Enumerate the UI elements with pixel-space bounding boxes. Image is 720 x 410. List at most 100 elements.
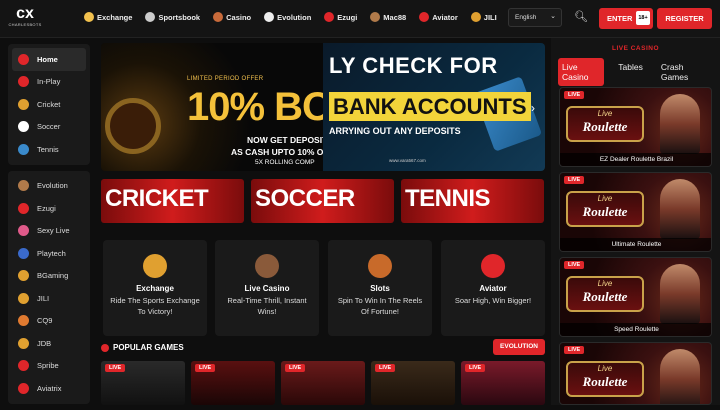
game-card-slots[interactable]: Slots Spin To Win In The Reels Of Fortun… <box>328 240 432 336</box>
banner-line: ARRYING OUT ANY DEPOSITS <box>329 126 461 136</box>
sidebar-item-spribe[interactable]: Spribe <box>12 355 86 378</box>
top-bar: cx CHARLESBOTS Exchange Sportsbook Casin… <box>0 0 720 38</box>
nav-mac88[interactable]: Mac88 <box>370 12 406 22</box>
tab-tables[interactable]: Tables <box>614 58 647 86</box>
nav-sportsbook[interactable]: Sportsbook <box>145 12 200 22</box>
popular-game-thumb[interactable]: LIVE <box>191 361 275 405</box>
brand-mark: cx <box>16 5 34 22</box>
sidebar-item-label: Home <box>37 54 58 64</box>
chevron-right-icon[interactable]: › <box>531 101 535 115</box>
sport-tile-cricket[interactable]: CRICKET <box>101 179 244 223</box>
mac88-icon <box>370 12 381 22</box>
sidebar-providers: Evolution Ezugi Sexy Live Playtech BGami… <box>8 170 90 404</box>
live-game-card[interactable]: LIVE Live Roulette Speed Roulette <box>559 257 712 337</box>
sidebar-item-ezugi[interactable]: Ezugi <box>12 197 86 220</box>
jdb-icon <box>18 337 29 349</box>
bgaming-icon <box>18 270 29 282</box>
live-game-card[interactable]: LIVE Live Roulette Ultimate Roulette <box>559 172 712 252</box>
sidebar-item-jdb[interactable]: JDB <box>12 332 86 355</box>
live-badge: LIVE <box>285 364 306 372</box>
sidebar-item-in-play[interactable]: In-Play <box>12 71 86 94</box>
promo-banner-carousel[interactable]: LIMITED PERIOD OFFER 10% BO NOW GET DEPO… <box>101 43 545 171</box>
spribe-icon <box>18 360 29 372</box>
jili-icon <box>18 292 29 304</box>
nav-evolution[interactable]: Evolution <box>264 12 311 22</box>
sidebar-item-sexy-live[interactable]: Sexy Live <box>12 220 86 243</box>
live-badge: LIVE <box>564 91 585 99</box>
logo-text: Roulette <box>582 119 628 134</box>
sidebar-item-label: BGaming <box>37 271 69 281</box>
live-roulette-logo: Live Roulette <box>566 106 644 142</box>
sidebar-item-playtech[interactable]: Playtech <box>12 242 86 265</box>
popular-game-thumb[interactable]: LIVE <box>371 361 455 405</box>
nav-casino[interactable]: Casino <box>213 12 251 22</box>
popular-game-thumb[interactable]: LIVE <box>461 361 545 405</box>
game-card-exchange[interactable]: Exchange Ride The Sports Exchange To Vic… <box>103 240 207 336</box>
banner-limited-text: LIMITED PERIOD OFFER <box>187 76 264 82</box>
game-card-live-casino[interactable]: Live Casino Real-Time Thrill, Instant Wi… <box>215 240 319 336</box>
sidebar-item-jili[interactable]: JILI <box>12 287 86 310</box>
language-select[interactable]: English ⌄ <box>508 8 562 27</box>
game-card-aviator[interactable]: Aviator Soar High, Win Bigger! <box>441 240 545 336</box>
enter-button[interactable]: ENTER 18+ <box>599 8 653 29</box>
sidebar-item-label: CQ9 <box>37 316 53 326</box>
sport-tile-label: CRICKET <box>105 185 209 212</box>
bank-check-slide: LY CHECK FOR BANK ACCOUNTS ARRYING OUT A… <box>323 43 545 171</box>
sidebar-item-soccer[interactable]: Soccer <box>12 116 86 139</box>
popular-game-thumb[interactable]: LIVE <box>101 361 185 405</box>
nav-jili[interactable]: JILI <box>470 12 497 22</box>
register-button[interactable]: REGISTER <box>657 8 712 29</box>
nav-aviator[interactable]: Aviator <box>419 12 458 22</box>
nav-exchange[interactable]: Exchange <box>84 12 132 22</box>
playtech-icon <box>18 247 29 259</box>
sidebar-item-cq9[interactable]: CQ9 <box>12 310 86 333</box>
popular-games-header: POPULAR GAMES EVOLUTION <box>101 339 545 357</box>
banner-url: www.vara567.com <box>389 158 426 163</box>
live-game-name: Ultimate Roulette <box>560 238 711 251</box>
sidebar-item-label: Aviatrix <box>37 383 62 393</box>
enter-label: ENTER <box>607 14 633 23</box>
game-card-desc: Soar High, Win Bigger! <box>454 296 532 305</box>
sidebar-item-label: Sexy Live <box>37 226 70 236</box>
sidebar-item-evolution[interactable]: Evolution <box>12 175 86 198</box>
sidebar-item-home[interactable]: Home <box>12 48 86 71</box>
tennis-icon <box>18 143 29 155</box>
nav-label: Aviator <box>432 12 458 22</box>
logo-text: Roulette <box>582 374 628 389</box>
sidebar-item-bgaming[interactable]: BGaming <box>12 265 86 288</box>
sidebar-item-aviatrix[interactable]: Aviatrix <box>12 377 86 400</box>
evolution-filter-button[interactable]: EVOLUTION <box>493 339 545 355</box>
sidebar-item-cricket[interactable]: Cricket <box>12 93 86 116</box>
nav-ezugi[interactable]: Ezugi <box>324 12 357 22</box>
live-badge: LIVE <box>564 176 585 184</box>
game-card-desc: Spin To Win In The Reels Of Fortune! <box>337 296 423 316</box>
live-casino-tabs: Live Casino Tables Crash Games <box>558 58 720 86</box>
casino-icon <box>213 12 224 22</box>
roulette-icon <box>255 254 279 278</box>
live-game-card[interactable]: LIVE Live Roulette <box>559 342 712 405</box>
sidebar-item-tennis[interactable]: Tennis <box>12 138 86 161</box>
live-roulette-logo: Live Roulette <box>566 276 644 312</box>
sidebar-item-label: In-Play <box>37 77 61 87</box>
search-icon[interactable]: 🔍︎ <box>574 10 588 23</box>
sidebar-item-label: JDB <box>37 338 52 348</box>
game-card-title: Live Casino <box>244 284 290 293</box>
live-game-card[interactable]: LIVE Live Roulette EZ Dealer Roulette Bra… <box>559 87 712 167</box>
banner-line: AS CASH UPTO 10% ON <box>231 147 330 157</box>
chevron-down-icon: ⌄ <box>550 13 556 20</box>
sport-tile-label: TENNIS <box>405 185 491 212</box>
sport-tile-tennis[interactable]: TENNIS <box>401 179 544 223</box>
language-value: English <box>515 14 537 21</box>
ezugi-icon <box>324 12 335 22</box>
popular-game-thumb[interactable]: LIVE <box>281 361 365 405</box>
logo-text: Roulette <box>582 204 628 219</box>
dealer-image <box>660 94 700 154</box>
tab-live-casino[interactable]: Live Casino <box>558 58 605 86</box>
live-badge: LIVE <box>105 364 126 372</box>
sidebar-item-label: Playtech <box>37 248 66 258</box>
tab-crash-games[interactable]: Crash Games <box>657 58 710 86</box>
brand-logo[interactable]: cx CHARLESBOTS <box>8 6 42 36</box>
sport-tile-soccer[interactable]: SOCCER <box>251 179 394 223</box>
aviator-icon <box>419 12 430 22</box>
brand-name: CHARLESBOTS <box>8 22 42 27</box>
